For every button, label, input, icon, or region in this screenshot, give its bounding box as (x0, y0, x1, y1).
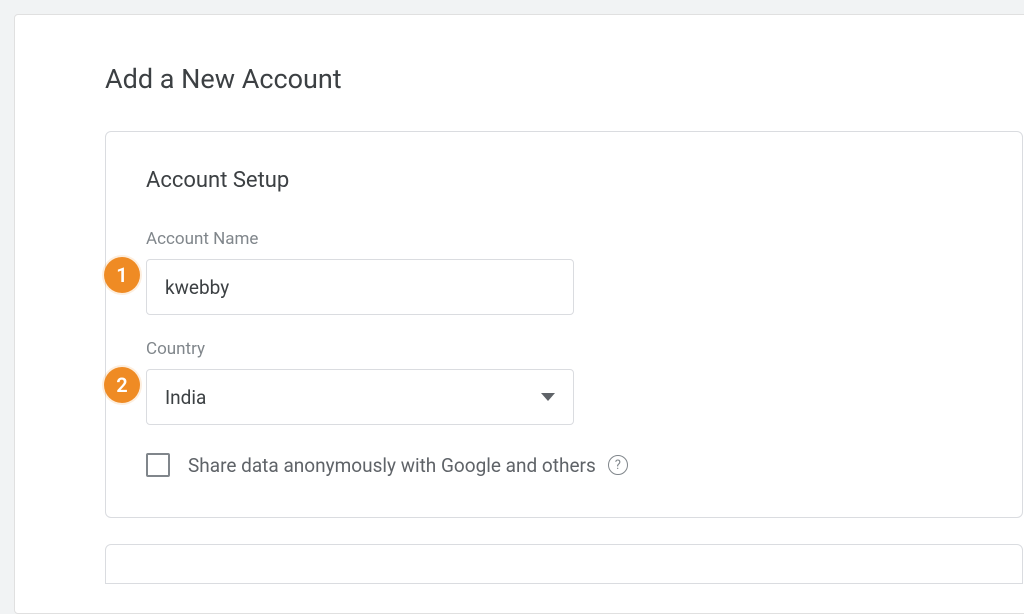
country-selected-value: India (165, 386, 206, 409)
account-name-input[interactable] (165, 276, 555, 299)
share-data-label: Share data anonymously with Google and o… (188, 454, 596, 477)
account-name-label: Account Name (146, 229, 982, 249)
share-data-row: Share data anonymously with Google and o… (146, 453, 982, 477)
account-setup-card: Account Setup 1 Account Name 2 Country I… (105, 131, 1023, 518)
annotation-badge-1: 1 (104, 257, 140, 293)
country-select[interactable]: India (146, 369, 574, 425)
account-name-input-wrap (146, 259, 574, 315)
share-data-checkbox[interactable] (146, 453, 170, 477)
next-section-card (105, 544, 1023, 584)
account-name-group: 1 Account Name (146, 229, 982, 315)
main-card: Add a New Account Account Setup 1 Accoun… (14, 14, 1024, 614)
help-icon[interactable]: ? (608, 455, 628, 475)
annotation-badge-2: 2 (104, 367, 140, 403)
country-group: 2 Country India (146, 339, 982, 425)
country-label: Country (146, 339, 982, 359)
section-title: Account Setup (146, 168, 982, 193)
page-title: Add a New Account (105, 63, 1024, 95)
share-data-label-wrap: Share data anonymously with Google and o… (188, 454, 628, 477)
chevron-down-icon (541, 393, 555, 401)
